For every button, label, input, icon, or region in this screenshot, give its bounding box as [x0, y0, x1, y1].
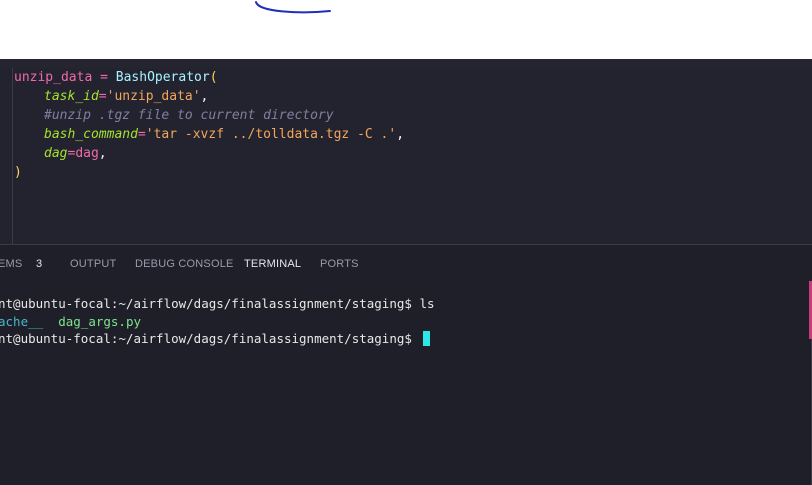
annotation-canvas	[0, 0, 812, 59]
tab-output[interactable]: OUTPUT	[70, 256, 116, 272]
panel-tabs: EMS 3 OUTPUT DEBUG CONSOLE TERMINAL PORT…	[0, 245, 812, 283]
indent-guide	[12, 68, 13, 244]
equals: =	[137, 127, 146, 142]
terminal-line-2: ache__ dag_args.py	[0, 313, 141, 330]
class-name: BashOperator	[115, 70, 210, 85]
terminal-prompt: nt@ubuntu-focal:~/airflow/dags/finalassi…	[0, 296, 420, 311]
tab-problems[interactable]: EMS	[0, 256, 22, 272]
param-name: bash_command	[44, 127, 138, 142]
string-literal: 'unzip_data'	[106, 89, 201, 104]
terminal-line-3[interactable]: nt@ubuntu-focal:~/airflow/dags/finalassi…	[0, 330, 431, 347]
code-line-3: #unzip .tgz file to current directory	[14, 106, 334, 125]
code-line-5: dag=dag,	[14, 144, 107, 163]
equals: =	[98, 89, 107, 104]
variable-name: unzip_data	[14, 70, 93, 85]
code-line-2: task_id='unzip_data',	[14, 87, 208, 106]
problems-count-badge: 3	[36, 258, 43, 270]
param-name: dag	[44, 146, 68, 161]
terminal-prompt: nt@ubuntu-focal:~/airflow/dags/finalassi…	[0, 331, 420, 346]
code-comment: #unzip .tgz file to current directory	[44, 108, 334, 123]
assign-operator: =	[92, 70, 116, 85]
terminal-line-1: nt@ubuntu-focal:~/airflow/dags/finalassi…	[0, 295, 435, 312]
listing-directory: ache__	[0, 314, 44, 329]
variable-ref: dag	[75, 146, 99, 161]
string-literal: 'tar -xvzf ../tolldata.tgz -C .'	[145, 127, 397, 142]
code-line-1: unzip_data = BashOperator(	[14, 68, 218, 87]
close-paren: )	[14, 165, 22, 180]
param-name: task_id	[44, 89, 99, 104]
pen-stroke	[255, 1, 331, 14]
terminal-command: ls	[419, 296, 435, 311]
code-line-6: )	[14, 163, 22, 182]
tab-debug-console[interactable]: DEBUG CONSOLE	[135, 256, 234, 272]
comma: ,	[98, 146, 107, 161]
comma: ,	[200, 89, 209, 104]
bottom-panel: EMS 3 OUTPUT DEBUG CONSOLE TERMINAL PORT…	[0, 244, 812, 485]
terminal-cursor	[423, 331, 431, 346]
code-line-4: bash_command='tar -xvzf ../tolldata.tgz …	[14, 125, 404, 144]
code-editor[interactable]: unzip_data = BashOperator( task_id='unzi…	[0, 68, 812, 244]
tab-terminal[interactable]: TERMINAL	[244, 256, 301, 272]
listing-file: dag_args.py	[58, 314, 142, 329]
tab-ports[interactable]: PORTS	[320, 256, 359, 272]
comma: ,	[396, 127, 405, 142]
open-paren: (	[209, 70, 218, 85]
